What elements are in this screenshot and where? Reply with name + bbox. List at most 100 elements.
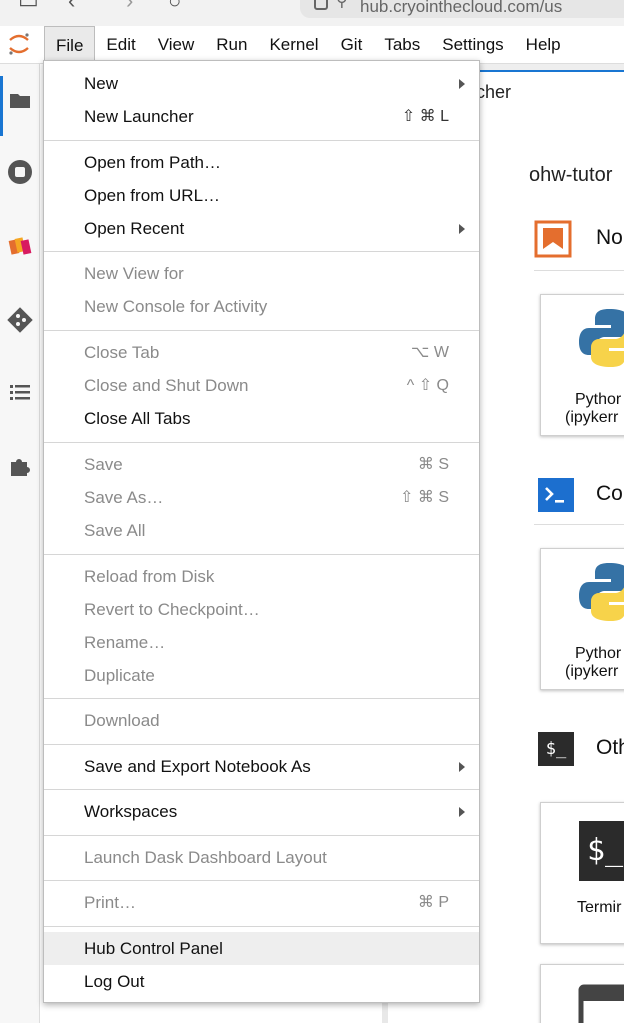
menu-item-label: Save and Export Notebook As bbox=[84, 757, 311, 776]
sidebar-active-indicator bbox=[0, 76, 3, 136]
menu-settings[interactable]: Settings bbox=[431, 26, 514, 64]
menu-item-workspaces[interactable]: Workspaces bbox=[44, 795, 479, 828]
python-logo bbox=[579, 309, 624, 367]
menu-item-shortcut: ⇧ ⌘ L bbox=[401, 108, 449, 125]
menu-item-label: Reload from Disk bbox=[84, 567, 215, 586]
menu-separator bbox=[44, 698, 479, 699]
left-sidebar bbox=[0, 64, 40, 1023]
menu-item-new[interactable]: New bbox=[44, 67, 479, 100]
menu-separator bbox=[44, 926, 479, 927]
section-divider bbox=[534, 270, 624, 271]
reload-icon[interactable]: ○ bbox=[168, 0, 181, 12]
other-icon: $_ bbox=[538, 732, 574, 766]
address-bar[interactable]: ⚲ hub.cryointhecloud.com/us bbox=[300, 0, 624, 18]
card-label-line1: Pythor bbox=[575, 645, 622, 662]
menu-item-open-from-url[interactable]: Open from URL… bbox=[44, 179, 479, 212]
menu-separator bbox=[44, 880, 479, 881]
menu-item-label: Rename… bbox=[84, 633, 166, 652]
menu-item-rename[interactable]: Rename… bbox=[44, 626, 479, 659]
menu-item-label: Open from URL… bbox=[84, 186, 221, 205]
menu-item-label: Save bbox=[84, 455, 123, 474]
list-icon[interactable] bbox=[4, 376, 36, 408]
menu-run[interactable]: Run bbox=[205, 26, 258, 64]
menu-item-label: Close All Tabs bbox=[84, 409, 191, 428]
jupyter-logo[interactable] bbox=[6, 31, 32, 57]
tab-overview-icon[interactable]: ▭ bbox=[18, 0, 39, 12]
menu-item-label: Close and Shut Down bbox=[84, 376, 249, 395]
layers-icon[interactable] bbox=[4, 230, 36, 262]
launcher-card-notebook-python[interactable]: Pythor (ipykerr bbox=[540, 294, 624, 436]
menu-item-label: Log Out bbox=[84, 972, 145, 991]
launcher-card-console-python[interactable]: Pythor (ipykerr bbox=[540, 548, 624, 690]
browser-toolbar: ▭ ‹ › ○ ⚲ hub.cryointhecloud.com/us bbox=[0, 0, 624, 26]
menu-item-close-all-tabs[interactable]: Close All Tabs bbox=[44, 402, 479, 435]
menu-item-revert-to-checkpoint[interactable]: Revert to Checkpoint… bbox=[44, 593, 479, 626]
file-menu: New New Launcher ⇧ ⌘ L Open from Path… Open … bbox=[43, 60, 480, 1003]
site-settings-icon[interactable]: ⚲ bbox=[336, 0, 348, 10]
menu-item-shortcut: ⌘ P bbox=[417, 894, 449, 911]
card-label-line1: Pythor bbox=[575, 391, 622, 408]
menu-item-label: Print… bbox=[84, 893, 136, 912]
menu-item-save-and-export-notebook-as[interactable]: Save and Export Notebook As bbox=[44, 750, 479, 783]
menu-file[interactable]: File bbox=[44, 26, 96, 64]
launcher-card-extra[interactable] bbox=[540, 964, 624, 1023]
menu-item-label: New bbox=[84, 74, 119, 93]
menu-separator bbox=[44, 789, 479, 790]
card-label-line2: (ipykerr bbox=[565, 409, 619, 426]
menu-item-open-recent[interactable]: Open Recent bbox=[44, 212, 479, 245]
menu-kernel[interactable]: Kernel bbox=[258, 26, 329, 64]
arrow-right-icon[interactable]: › bbox=[126, 0, 133, 12]
menu-item-log-out[interactable]: Log Out bbox=[44, 965, 479, 998]
menu-item-save-as[interactable]: Save As… ⇧ ⌘ S bbox=[44, 481, 479, 514]
menu-item-close-and-shut-down[interactable]: Close and Shut Down ^ ⇧ Q bbox=[44, 369, 479, 402]
menu-item-new-console-for-activity[interactable]: New Console for Activity bbox=[44, 290, 479, 323]
menu-separator bbox=[44, 744, 479, 745]
menu-item-new-launcher[interactable]: New Launcher ⇧ ⌘ L bbox=[44, 100, 479, 133]
menu-item-new-view-for[interactable]: New View for bbox=[44, 257, 479, 290]
card-label-line1: Termir bbox=[577, 899, 622, 916]
menu-item-open-from-path[interactable]: Open from Path… bbox=[44, 146, 479, 179]
notebook-icon bbox=[534, 220, 572, 258]
menu-separator bbox=[44, 251, 479, 252]
menu-item-label: Revert to Checkpoint… bbox=[84, 600, 260, 619]
stop-circle-icon[interactable] bbox=[4, 156, 36, 188]
menu-item-hub-control-panel[interactable]: Hub Control Panel bbox=[44, 932, 479, 965]
menu-item-reload-from-disk[interactable]: Reload from Disk bbox=[44, 560, 479, 593]
menu-item-launch-dask-dashboard-layout[interactable]: Launch Dask Dashboard Layout bbox=[44, 841, 479, 874]
menu-item-close-tab[interactable]: Close Tab ⌥ W bbox=[44, 336, 479, 369]
menu-help[interactable]: Help bbox=[515, 26, 572, 64]
section-title: Co bbox=[596, 482, 623, 505]
section-title: Oth bbox=[596, 736, 624, 759]
menu-edit[interactable]: Edit bbox=[95, 26, 146, 64]
terminal-icon: $_ bbox=[579, 821, 624, 881]
menu-item-download[interactable]: Download bbox=[44, 704, 479, 737]
menu-separator bbox=[44, 554, 479, 555]
file-icon bbox=[578, 984, 624, 1023]
menu-item-print[interactable]: Print… ⌘ P bbox=[44, 886, 479, 919]
chevron-right-icon bbox=[459, 762, 465, 772]
menu-view[interactable]: View bbox=[147, 26, 206, 64]
menu-item-label: Hub Control Panel bbox=[84, 939, 223, 958]
chevron-right-icon bbox=[459, 79, 465, 89]
console-icon bbox=[538, 478, 574, 512]
menu-git[interactable]: Git bbox=[330, 26, 374, 64]
menu-item-label: Close Tab bbox=[84, 343, 160, 362]
menu-item-label: Launch Dask Dashboard Layout bbox=[84, 848, 327, 867]
menu-item-label: Open Recent bbox=[84, 219, 185, 238]
section-title: No bbox=[596, 226, 623, 249]
menu-item-label: Save All bbox=[84, 521, 146, 540]
menu-tabs[interactable]: Tabs bbox=[373, 26, 431, 64]
git-icon[interactable] bbox=[4, 304, 36, 336]
menu-item-save-all[interactable]: Save All bbox=[44, 514, 479, 547]
folder-icon[interactable] bbox=[4, 84, 36, 116]
shield-icon bbox=[314, 0, 328, 10]
menu-item-save[interactable]: Save ⌘ S bbox=[44, 448, 479, 481]
launcher-card-terminal[interactable]: $_ Termir bbox=[540, 802, 624, 944]
puzzle-icon[interactable] bbox=[4, 450, 36, 482]
menu-item-shortcut: ⌘ S bbox=[417, 456, 449, 473]
menu-item-label: New View for bbox=[84, 264, 184, 283]
arrow-left-icon[interactable]: ‹ bbox=[68, 0, 75, 12]
menu-item-label: Open from Path… bbox=[84, 153, 222, 172]
menu-item-duplicate[interactable]: Duplicate bbox=[44, 659, 479, 692]
chevron-right-icon bbox=[459, 807, 465, 817]
